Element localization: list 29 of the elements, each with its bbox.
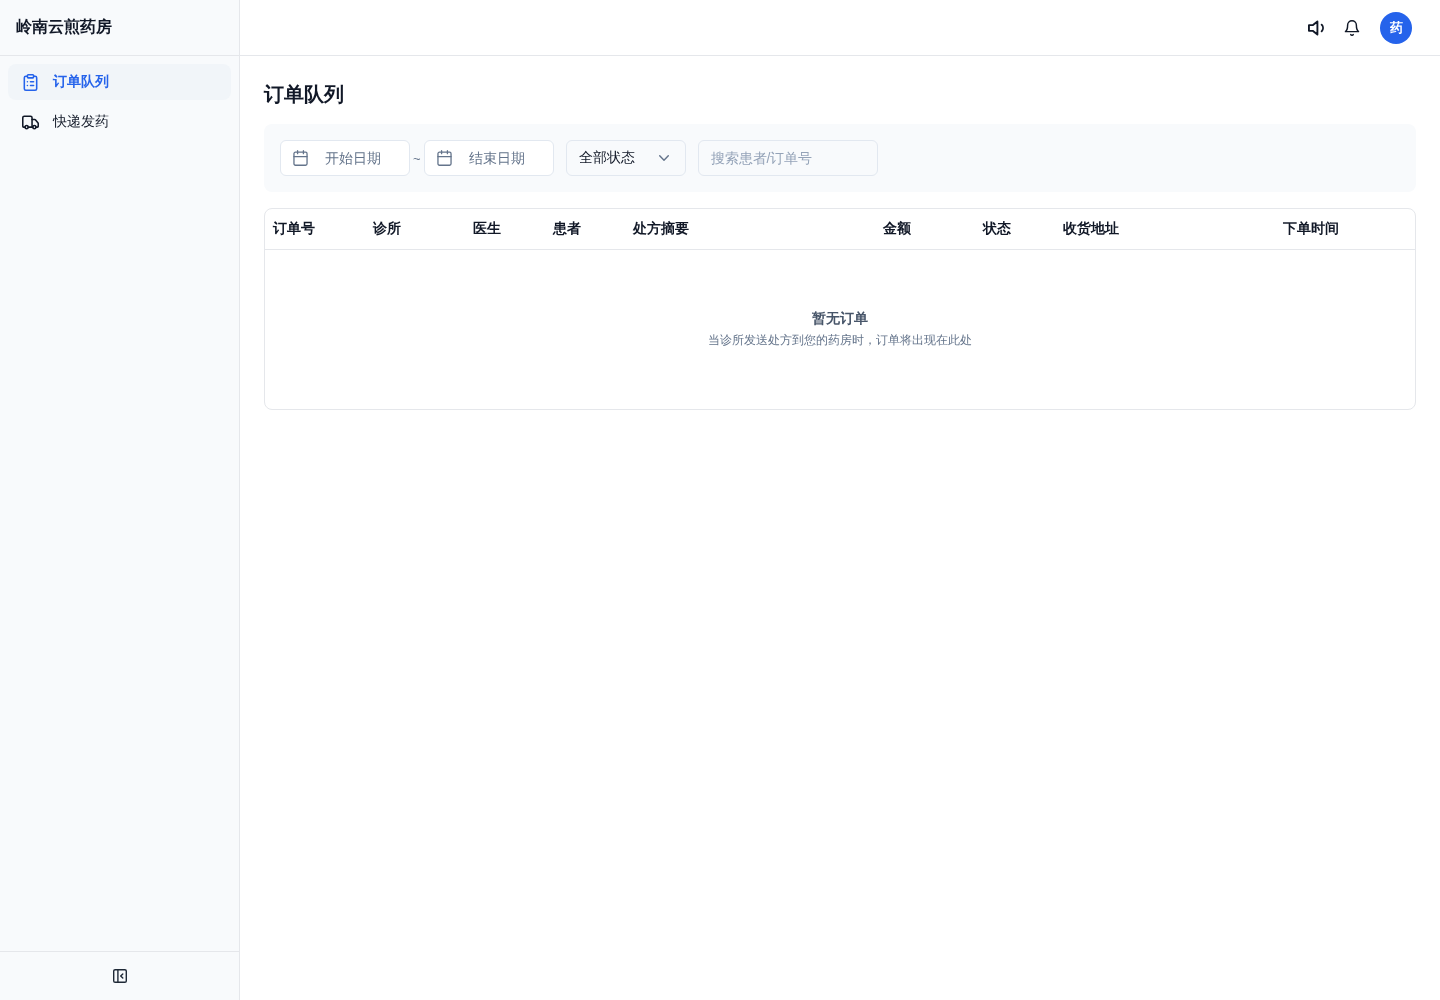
- calendar-icon: [293, 150, 308, 166]
- empty-state-message: 当诊所发送处方到您的药房时，订单将出现在此处: [708, 332, 972, 349]
- column-header: 下单时间: [1282, 220, 1339, 238]
- sidebar-collapse-icon[interactable]: [112, 969, 127, 983]
- column-header: 金额: [882, 220, 911, 238]
- column-header: 订单号: [271, 220, 315, 238]
- truck-icon: [22, 113, 39, 131]
- search-field[interactable]: 搜索患者/订单号: [697, 140, 878, 176]
- clipboard-list-icon: [22, 73, 39, 91]
- chevron-down-icon: [658, 155, 669, 161]
- column-header: 诊所: [371, 220, 401, 238]
- column-header: 处方摘要: [632, 220, 689, 238]
- column-header: 医生: [472, 220, 501, 238]
- page-title: 订单队列: [264, 82, 345, 107]
- date-field[interactable]: 结束日期: [423, 140, 554, 176]
- app-title: 岭南云煎药房: [16, 17, 112, 37]
- user-avatar[interactable]: 药: [1380, 11, 1412, 44]
- sidebar-item[interactable]: 订单队列: [8, 64, 231, 100]
- notification-bell-icon[interactable]: [1344, 19, 1360, 36]
- sidebar-item[interactable]: 快递发药: [8, 104, 231, 140]
- column-header: 收货地址: [1062, 220, 1119, 238]
- volume-icon[interactable]: [1308, 19, 1324, 36]
- column-header: 状态: [981, 220, 1011, 238]
- date-field[interactable]: 开始日期: [280, 140, 410, 176]
- status-select[interactable]: 全部状态: [565, 140, 686, 176]
- date-range-separator: ~: [413, 150, 421, 166]
- column-header: 患者: [551, 220, 581, 238]
- empty-state-title: 暂无订单: [812, 310, 868, 328]
- calendar-icon: [436, 150, 452, 166]
